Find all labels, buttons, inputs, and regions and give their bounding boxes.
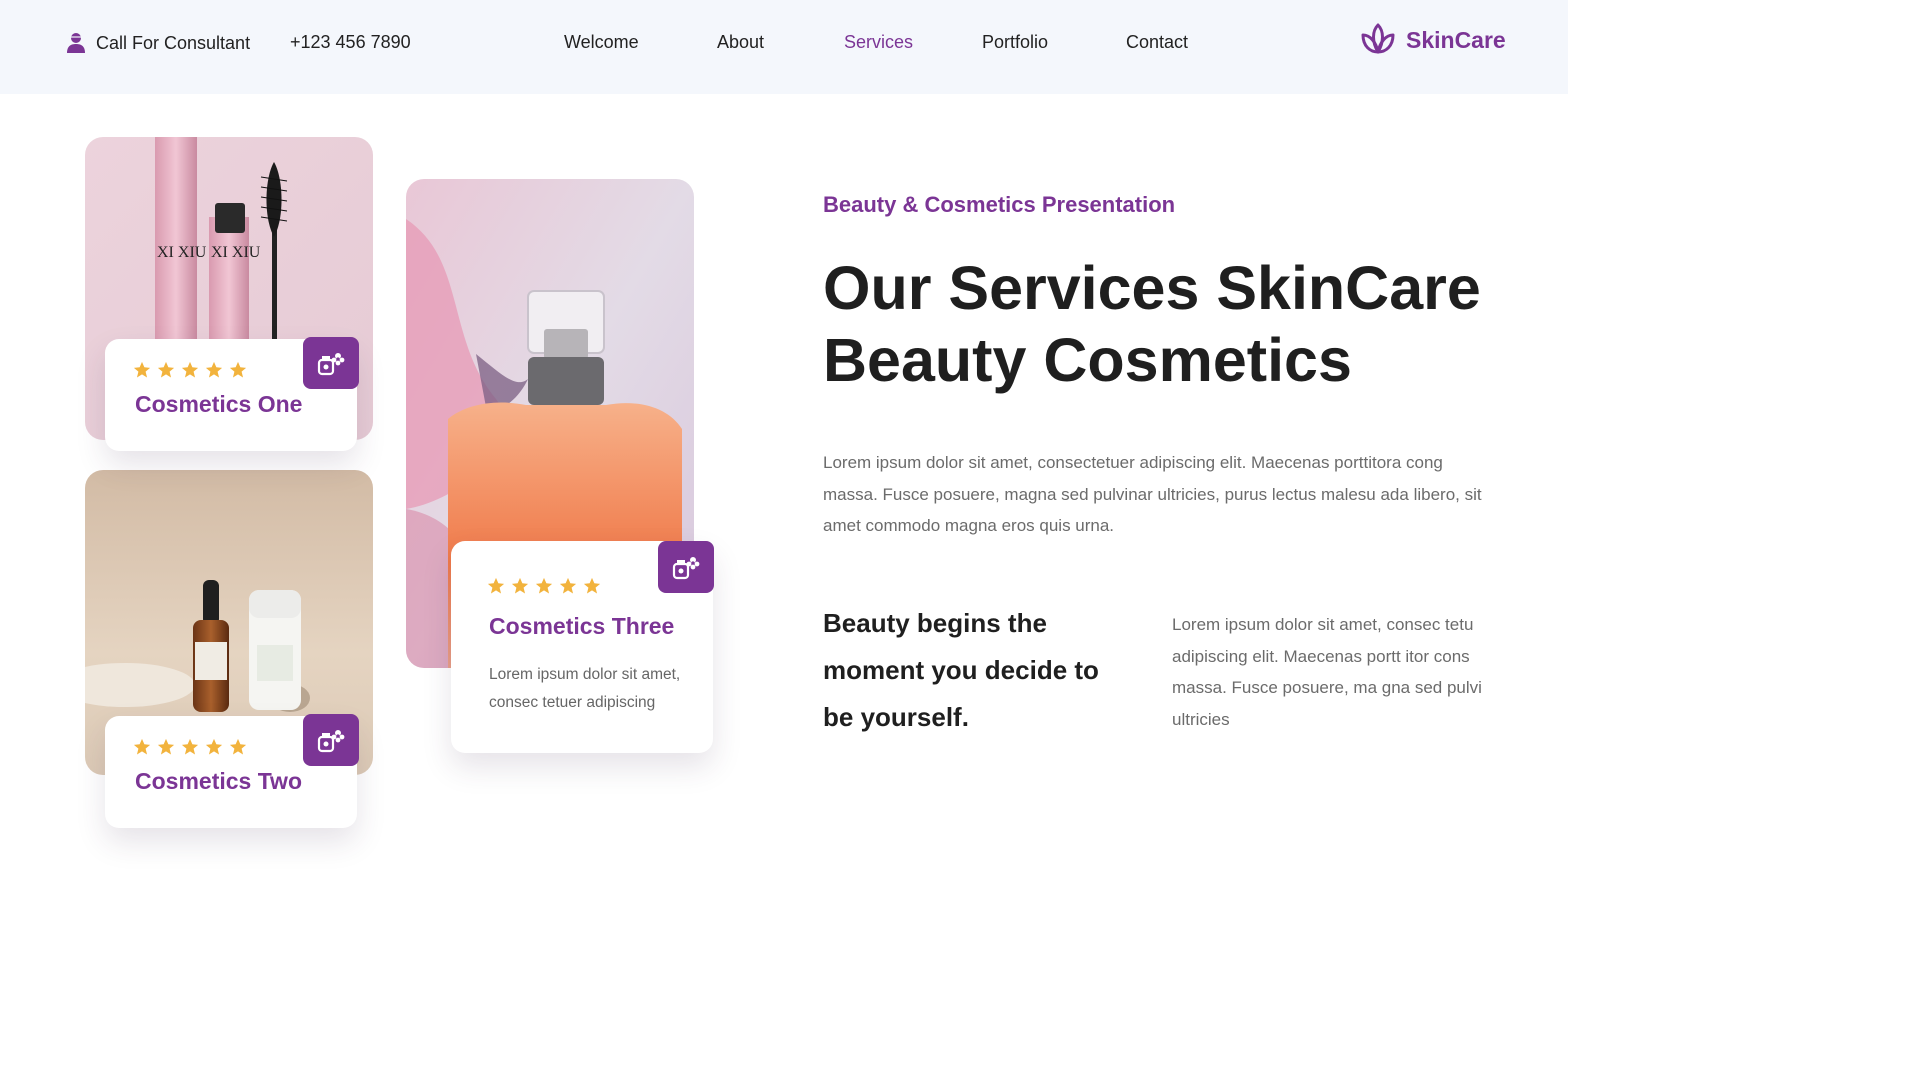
intro-paragraph: Lorem ipsum dolor sit amet, consectetuer… [823, 453, 1482, 535]
star-icon [133, 738, 151, 755]
title-line-1: Our Services SkinCare [823, 254, 1481, 322]
phone-number[interactable]: +123 456 7890 [290, 32, 411, 53]
brand-name: SkinCare [1406, 26, 1506, 53]
star-icon [511, 577, 529, 594]
card-title: Cosmetics Two [135, 768, 302, 794]
nav-portfolio[interactable]: Portfolio [982, 32, 1048, 53]
nav-contact[interactable]: Contact [1126, 32, 1188, 53]
quote-text: Beauty begins the moment you decide to b… [823, 608, 1099, 732]
svg-text:XI XIU: XI XIU [211, 244, 261, 261]
section-eyebrow: Beauty & Cosmetics Presentation [823, 192, 1176, 217]
star-icon [487, 577, 505, 594]
top-header: Call For Consultant +123 456 7890 Welcom… [0, 0, 1568, 94]
card-badge[interactable] [658, 541, 714, 593]
flower-bottle-icon [317, 353, 345, 376]
star-icon [229, 738, 247, 755]
card-description: Lorem ipsum dolor sit amet, consec tetue… [489, 666, 681, 711]
star-icon [157, 738, 175, 755]
star-icon [181, 361, 199, 378]
consultant-link[interactable]: Call For Consultant [66, 32, 250, 54]
flower-bottle-icon [317, 730, 345, 753]
star-icon [205, 738, 223, 755]
star-icon [133, 361, 151, 378]
person-icon [67, 33, 85, 53]
card-title: Cosmetics Three [489, 613, 675, 639]
title-line-2: Beauty Cosmetics [823, 326, 1352, 394]
star-icon [535, 577, 553, 594]
svg-text:XI XIU: XI XIU [157, 244, 207, 261]
brand-logo[interactable]: SkinCare [1360, 22, 1506, 58]
rating-stars [133, 738, 247, 756]
card-badge[interactable] [303, 714, 359, 766]
rating-stars [487, 577, 601, 595]
star-icon [559, 577, 577, 594]
nav-services[interactable]: Services [844, 32, 913, 53]
secondary-paragraph: Lorem ipsum dolor sit amet, consec tetu … [1172, 615, 1482, 729]
card-badge[interactable] [303, 337, 359, 389]
consultant-label: Call For Consultant [96, 32, 251, 53]
star-icon [157, 361, 175, 378]
card-title: Cosmetics One [135, 391, 303, 417]
page-title: Our Services SkinCare Beauty Cosmetics [823, 252, 1481, 396]
nav-about[interactable]: About [717, 32, 764, 53]
rating-stars [133, 361, 247, 379]
star-icon [205, 361, 223, 378]
nav-welcome[interactable]: Welcome [564, 32, 639, 53]
star-icon [181, 738, 199, 755]
star-icon [229, 361, 247, 378]
star-icon [583, 577, 601, 594]
lotus-icon [1361, 23, 1395, 54]
flower-bottle-icon [672, 557, 700, 580]
